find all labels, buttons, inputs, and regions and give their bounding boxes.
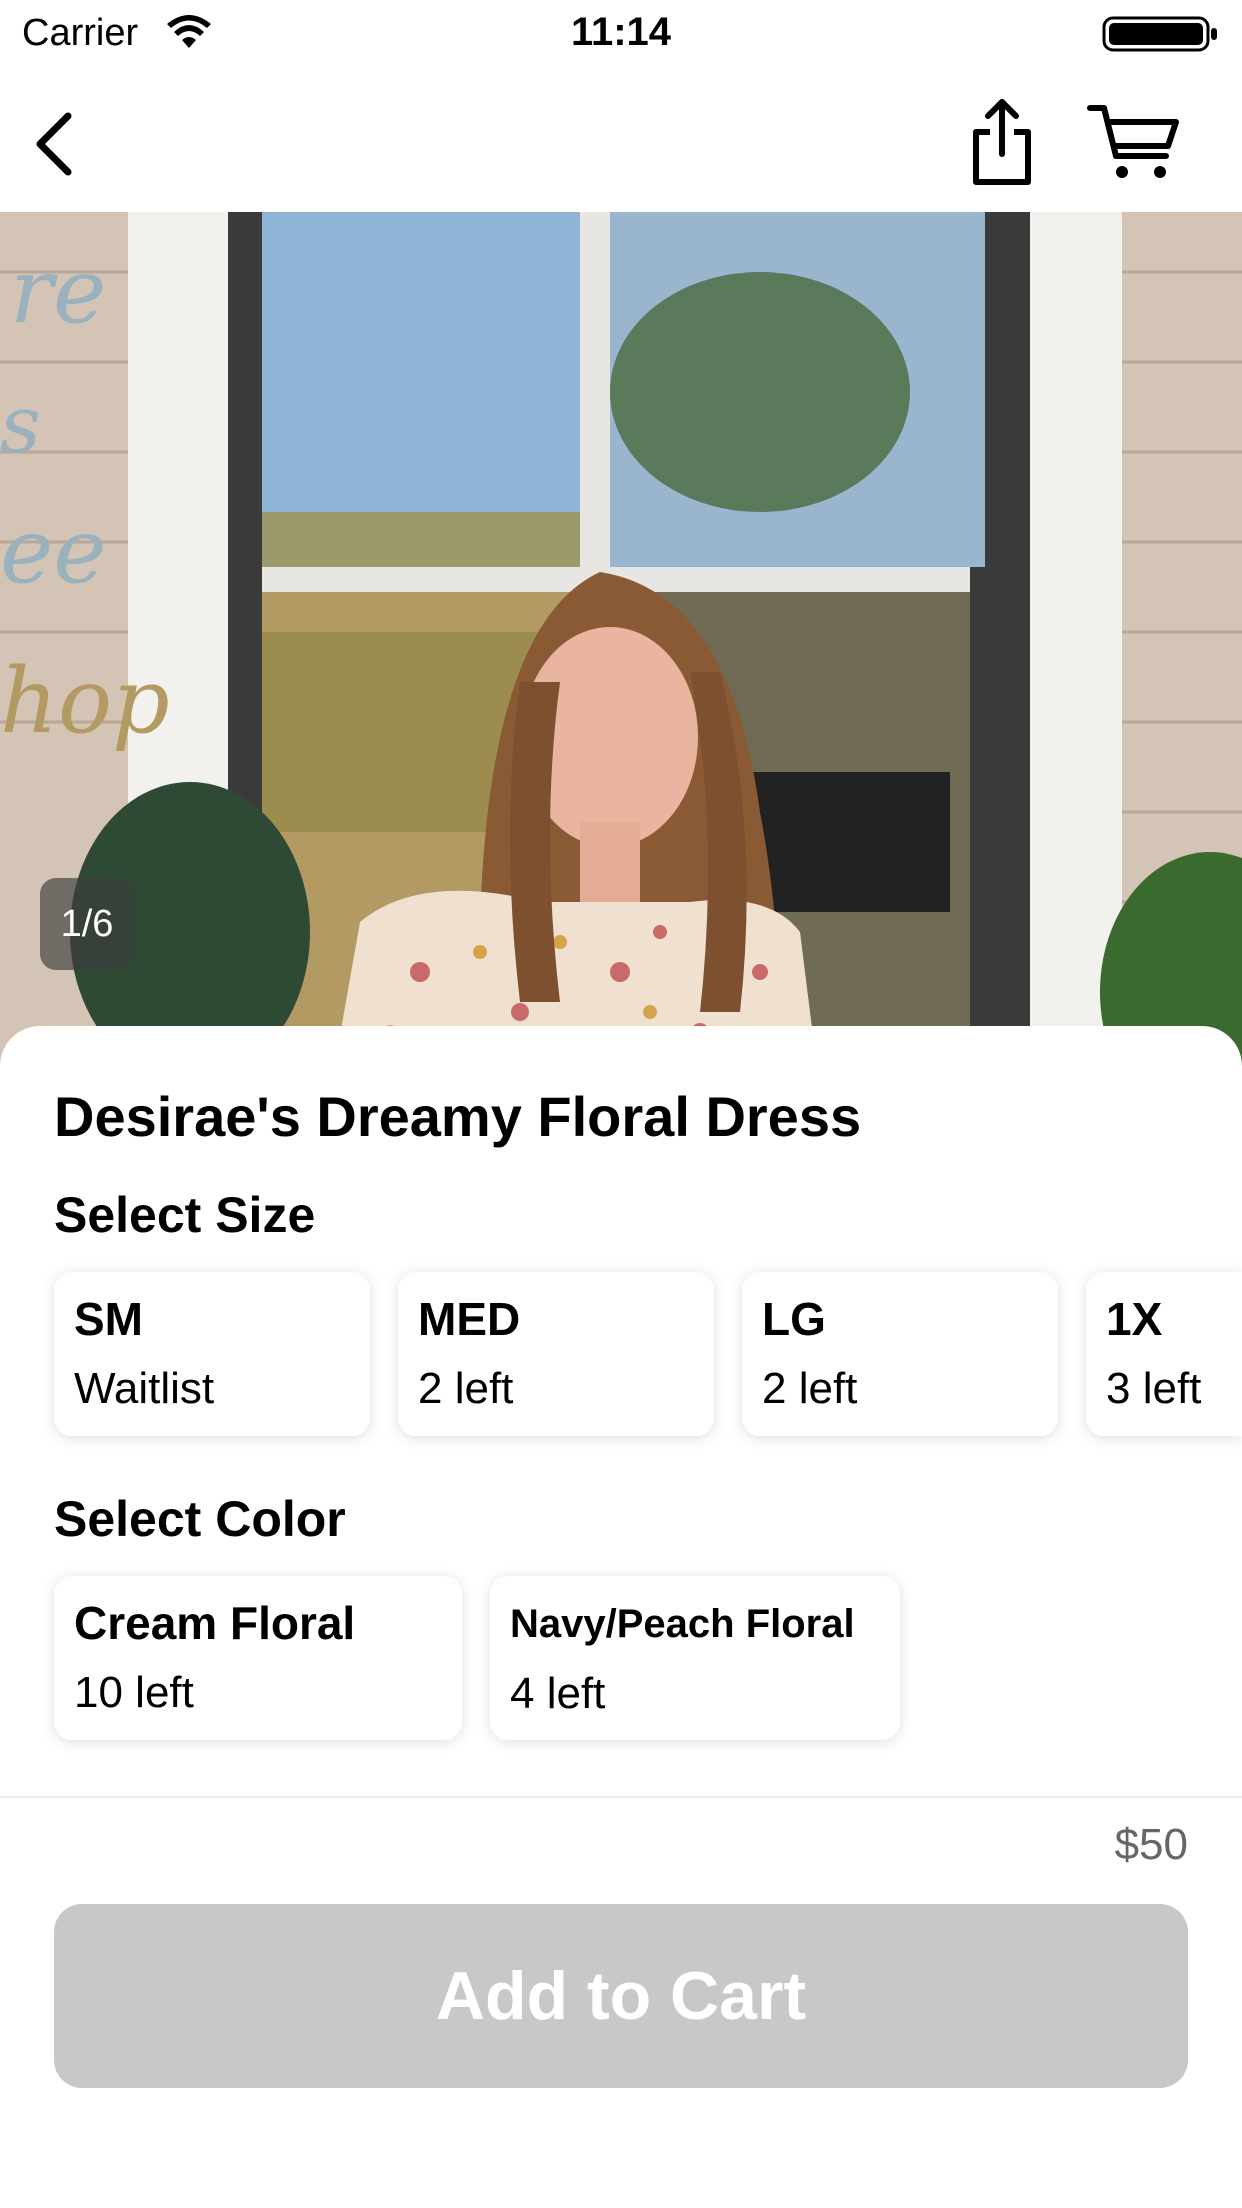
navigation-bar bbox=[0, 70, 1242, 212]
color-option-navy-peach-floral[interactable]: Navy/Peach Floral 4 left bbox=[490, 1576, 900, 1740]
size-option-lg[interactable]: LG 2 left bbox=[742, 1272, 1058, 1436]
size-option-med[interactable]: MED 2 left bbox=[398, 1272, 714, 1436]
cart-icon[interactable] bbox=[1086, 100, 1182, 182]
size-label: 1X bbox=[1106, 1293, 1163, 1345]
svg-text:s: s bbox=[0, 378, 41, 471]
size-label: LG bbox=[762, 1293, 826, 1345]
add-to-cart-button[interactable]: Add to Cart bbox=[54, 1904, 1188, 2088]
color-option-cream-floral[interactable]: Cream Floral 10 left bbox=[54, 1576, 462, 1740]
color-heading: Select Color bbox=[54, 1491, 346, 1547]
photo-counter: 1/6 bbox=[40, 878, 134, 970]
size-stock: 2 left bbox=[762, 1364, 858, 1413]
share-icon[interactable] bbox=[966, 94, 1038, 190]
size-stock: 2 left bbox=[418, 1364, 514, 1413]
size-option-sm[interactable]: SM Waitlist bbox=[54, 1272, 370, 1436]
price-label: $50 bbox=[1114, 1820, 1188, 1869]
svg-text:ee: ee bbox=[0, 499, 107, 604]
color-stock: 10 left bbox=[74, 1668, 194, 1717]
color-label: Navy/Peach Floral bbox=[510, 1602, 855, 1646]
svg-text:hop: hop bbox=[0, 649, 170, 754]
size-label: SM bbox=[74, 1293, 143, 1345]
size-stock: Waitlist bbox=[74, 1364, 215, 1413]
color-label: Cream Floral bbox=[74, 1597, 356, 1649]
svg-text:re: re bbox=[10, 239, 106, 344]
clock: 11:14 bbox=[570, 10, 672, 54]
photo-illustration: re s ee hop bbox=[0, 212, 1242, 1092]
size-option-1x[interactable]: 1X 3 left bbox=[1086, 1272, 1242, 1436]
chevron-left-icon[interactable] bbox=[28, 104, 88, 184]
product-photo[interactable]: re s ee hop 1/6 bbox=[0, 212, 1242, 1092]
size-label: MED bbox=[418, 1293, 521, 1345]
product-details-sheet: Desirae's Dreamy Floral Dress Select Siz… bbox=[0, 1026, 1242, 1796]
size-heading: Select Size bbox=[54, 1187, 316, 1243]
status-bar: Carrier 11:14 bbox=[0, 0, 1242, 70]
size-stock: 3 left bbox=[1106, 1364, 1202, 1413]
battery-icon bbox=[1102, 16, 1217, 52]
footer-divider bbox=[0, 1796, 1242, 1798]
product-title: Desirae's Dreamy Floral Dress bbox=[54, 1085, 862, 1148]
color-stock: 4 left bbox=[510, 1669, 606, 1718]
